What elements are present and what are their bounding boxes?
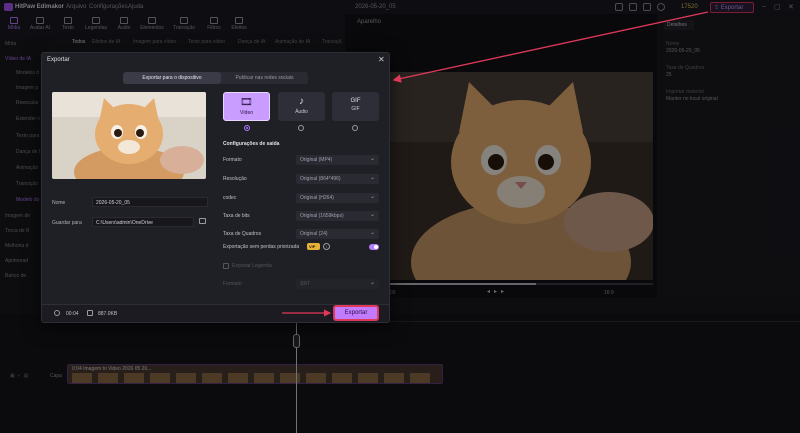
radio-gif[interactable] [352, 125, 358, 131]
resolution-select[interactable]: Original (864*496) [296, 174, 379, 184]
format-select[interactable]: Original (MP4) [296, 155, 379, 165]
format-label: Áudio [295, 109, 308, 115]
bitrate-label: Taxa de bits [223, 213, 250, 219]
radio-video[interactable] [244, 125, 250, 131]
info-icon[interactable]: i [323, 243, 330, 250]
framerate-label: Taxa de Quadros [223, 231, 262, 237]
format-video-button[interactable]: 🎞 Vídeo [223, 92, 270, 121]
format-label: Vídeo [239, 110, 254, 116]
clock-icon [54, 310, 60, 316]
codec-select[interactable]: Original (H264) [296, 193, 379, 203]
export-tabs: Exportar para o dispositivo Publicar nas… [123, 72, 308, 84]
dialog-title: Exportar [47, 57, 70, 63]
export-subtitle-checkbox[interactable] [223, 263, 229, 269]
tab-export-device[interactable]: Exportar para o dispositivo [123, 72, 221, 84]
framerate-select[interactable]: Original (24) [296, 229, 379, 239]
close-icon[interactable]: ✕ [378, 55, 385, 64]
video-icon: 🎞 [240, 97, 253, 108]
subtitle-format-label: Formato [223, 281, 242, 287]
format-label: GIF [351, 106, 360, 112]
bitrate-select[interactable]: Original (1659kbps) [296, 211, 379, 221]
export-size: 887.0KB [98, 311, 118, 317]
save-path-input[interactable]: C:\Users\admin\OneDrive [92, 217, 194, 227]
format-gif-button[interactable]: GIF GIF [332, 92, 379, 121]
resolution-label: Resolução [223, 176, 247, 182]
name-label: Nome [52, 200, 66, 206]
export-subtitle-label: Exportar Legenda [232, 263, 272, 269]
tab-publish-social[interactable]: Publicar nas redes sociais [221, 72, 308, 84]
name-input[interactable]: 2026-05-20_05 [92, 197, 208, 207]
save-to-label: Guardar para [52, 220, 82, 226]
format-label: Formato [223, 157, 242, 163]
lossless-toggle[interactable] [369, 244, 379, 250]
codec-label: codec [223, 195, 237, 201]
format-audio-button[interactable]: ♪ Áudio [278, 92, 325, 121]
radio-audio[interactable] [298, 125, 304, 131]
gif-icon: GIF [350, 98, 361, 104]
vip-badge: VIP [307, 243, 320, 250]
export-button[interactable]: Exportar [334, 306, 378, 320]
file-size-icon [87, 310, 93, 316]
export-thumbnail [52, 92, 206, 179]
output-settings-title: Configurações de saída [223, 141, 280, 147]
subtitle-format-select[interactable]: SRT [296, 279, 379, 289]
export-duration: 00:04 [66, 311, 79, 317]
folder-icon[interactable] [199, 218, 206, 224]
music-icon: ♪ [299, 96, 304, 107]
lossless-export-label: Exportação sem perdas priorizada [223, 244, 300, 250]
